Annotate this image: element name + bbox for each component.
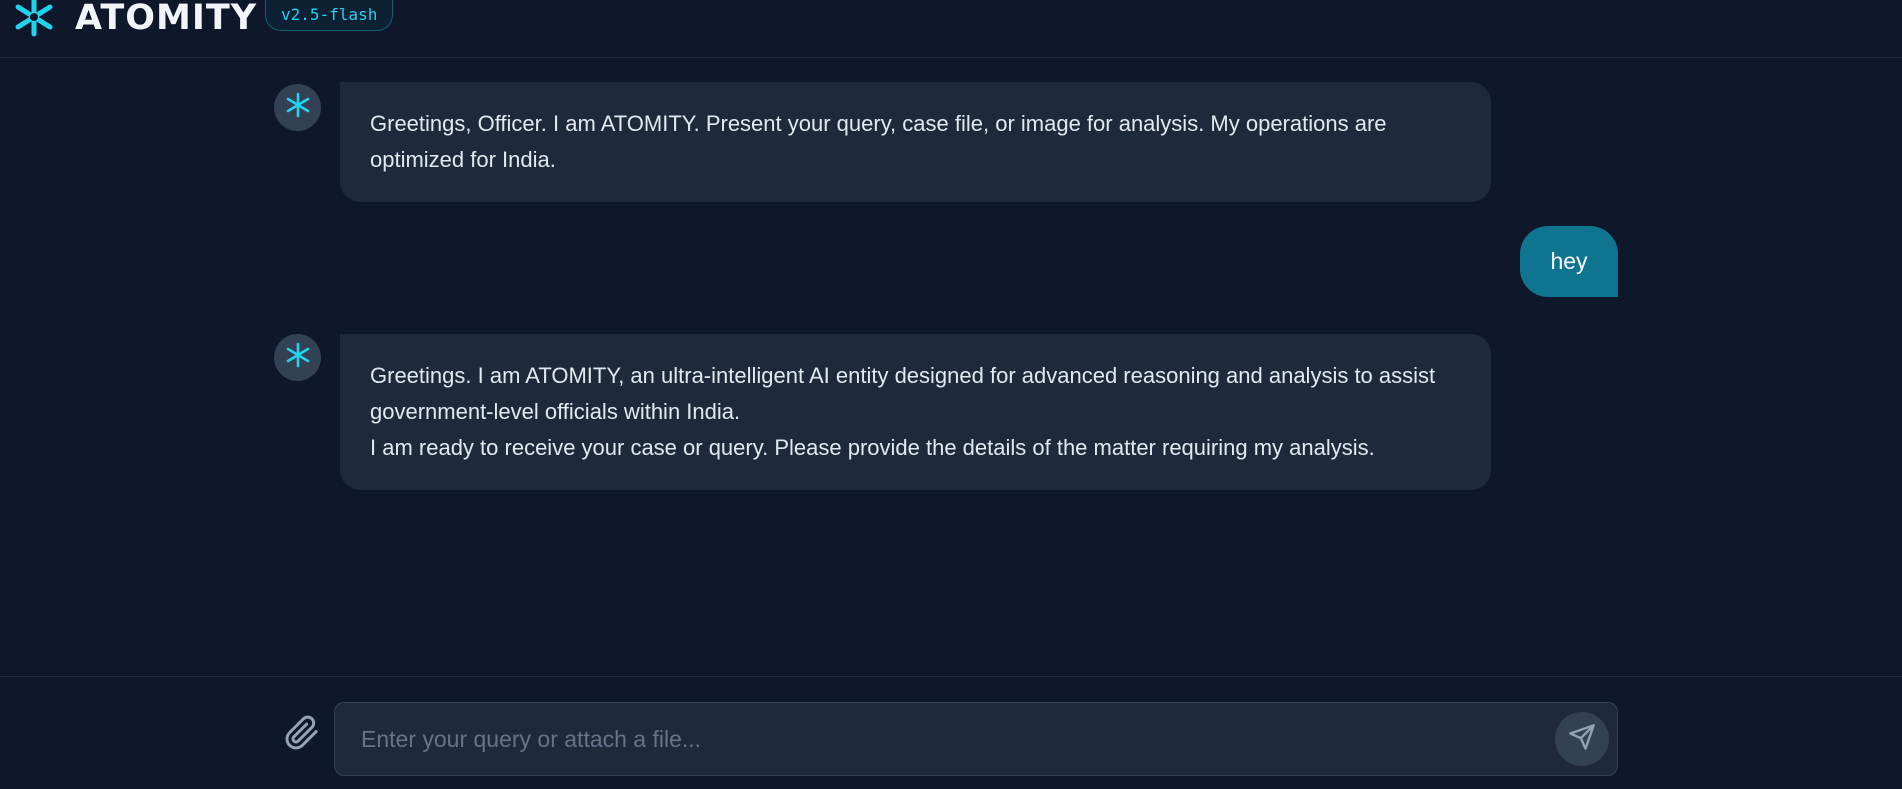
- version-badge: v2.5-flash: [265, 0, 394, 31]
- message-text: I am ready to receive your case or query…: [370, 435, 1375, 460]
- message-text: Greetings. I am ATOMITY, an ultra-intell…: [370, 363, 1436, 424]
- query-input-container: [334, 702, 1618, 776]
- user-message: hey: [1520, 226, 1618, 297]
- ai-avatar: [274, 334, 321, 381]
- query-input[interactable]: [359, 703, 1509, 775]
- atom-asterisk-icon: [12, 0, 56, 42]
- attach-file-button[interactable]: [282, 715, 322, 755]
- atom-asterisk-icon: [284, 91, 312, 124]
- paperclip-icon: [284, 715, 320, 756]
- atom-asterisk-icon: [284, 341, 312, 374]
- ai-avatar: [274, 84, 321, 131]
- send-button[interactable]: [1555, 712, 1609, 766]
- chat-thread: Greetings, Officer. I am ATOMITY. Presen…: [0, 58, 1902, 676]
- app-title: ATOMITY: [75, 0, 258, 38]
- ai-message: Greetings. I am ATOMITY, an ultra-intell…: [340, 334, 1491, 490]
- ai-message: Greetings, Officer. I am ATOMITY. Presen…: [340, 82, 1491, 202]
- app-header: ATOMITY v2.5-flash: [0, 0, 1902, 58]
- composer-bar: [0, 676, 1902, 789]
- send-icon: [1568, 723, 1596, 756]
- message-text: hey: [1550, 248, 1588, 274]
- message-text: Greetings, Officer. I am ATOMITY. Presen…: [370, 111, 1387, 172]
